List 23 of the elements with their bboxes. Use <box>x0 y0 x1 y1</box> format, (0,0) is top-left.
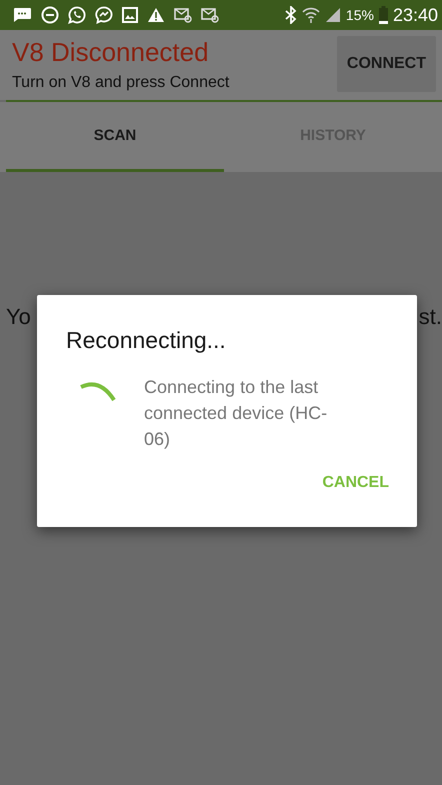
loading-spinner-icon <box>78 380 118 404</box>
cancel-button[interactable]: CANCEL <box>322 470 389 496</box>
background-text: st. <box>418 304 442 330</box>
warning-icon <box>147 7 165 23</box>
battery-percent: 15% <box>346 7 374 23</box>
status-time: 23:40 <box>392 4 438 26</box>
phone-bubble-icon <box>68 6 86 24</box>
mail-icon <box>174 7 192 23</box>
battery-icon <box>378 6 388 24</box>
wifi-icon <box>302 6 320 24</box>
mail-icon <box>201 7 219 23</box>
dialog-message: Connecting to the last connected device (HC-06) <box>144 376 328 451</box>
signal-icon <box>324 7 341 23</box>
background-text: Yo <box>6 304 31 330</box>
bluetooth-icon <box>284 6 297 24</box>
image-icon <box>122 7 138 23</box>
connection-status-title: V8 Disconnected <box>12 36 210 68</box>
dialog-title: Reconnecting... <box>66 327 227 354</box>
message-icon <box>12 7 32 23</box>
connect-button[interactable]: CONNECT <box>336 36 436 92</box>
chat-bubble-icon <box>95 6 113 24</box>
connection-hint: Turn on V8 and press Connect <box>12 74 230 92</box>
minus-circle-icon <box>41 6 59 24</box>
